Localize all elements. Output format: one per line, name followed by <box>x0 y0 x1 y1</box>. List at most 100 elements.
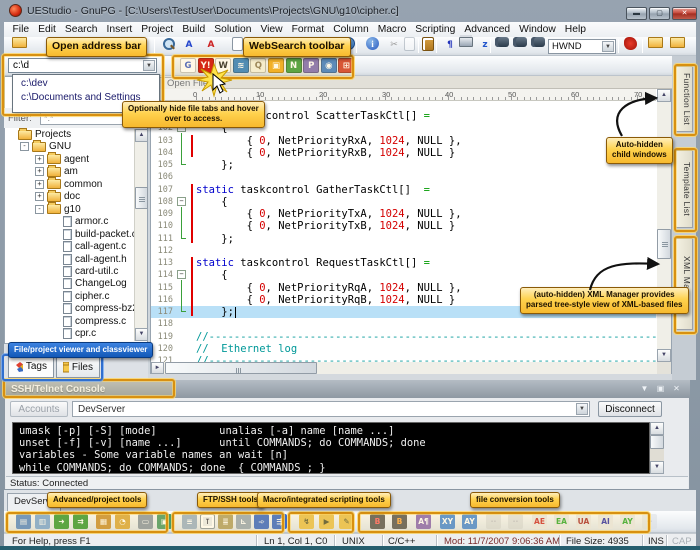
expander-icon[interactable]: + <box>35 192 44 201</box>
tool-icon[interactable]: ≣ <box>218 514 233 529</box>
tree-item[interactable]: +common <box>35 178 102 191</box>
tool-icon[interactable]: ·· <box>486 514 501 529</box>
fold-collapse-icon[interactable]: − <box>177 197 186 206</box>
folder-icon[interactable] <box>648 37 663 48</box>
menu-view[interactable]: View <box>256 24 287 35</box>
menu-column[interactable]: Column <box>329 24 373 35</box>
tool-icon[interactable]: ▭ <box>138 514 153 529</box>
scroll-down-icon[interactable]: ▼ <box>657 349 671 362</box>
address-dropdown-arrow[interactable]: ▼ <box>143 60 155 71</box>
binoc-icon[interactable] <box>495 37 509 47</box>
tool-icon[interactable]: A <box>181 37 197 52</box>
scroll-up-icon[interactable]: ▲ <box>657 89 671 102</box>
info-icon[interactable]: i <box>366 37 379 50</box>
tree-item[interactable]: cpr.c <box>50 327 96 340</box>
tool-icon[interactable]: ▥ <box>35 514 50 529</box>
tool-icon[interactable]: ⇶ <box>272 514 287 529</box>
tool-icon[interactable]: AE <box>532 514 547 529</box>
tool-icon[interactable]: ➜ <box>54 514 69 529</box>
mag-icon[interactable] <box>161 37 174 50</box>
tab-template-list[interactable]: Template List <box>675 150 693 228</box>
menu-window[interactable]: Window <box>515 24 561 35</box>
tool-icon[interactable]: ⊾ <box>236 514 251 529</box>
menu-build[interactable]: Build <box>178 24 210 35</box>
tool-icon[interactable]: ◔ <box>115 514 130 529</box>
scroll-down-icon[interactable]: ▼ <box>650 461 664 474</box>
accounts-button[interactable]: Accounts <box>10 401 68 417</box>
tool-icon[interactable]: UA <box>576 514 591 529</box>
code-area[interactable]: 101static taskcontrol ScatterTaskCtl[] =… <box>151 101 656 362</box>
tool-icon[interactable]: ¶ <box>442 37 458 52</box>
paste-icon[interactable] <box>422 37 434 51</box>
tree-item[interactable]: compress-bz2.c <box>50 302 135 315</box>
page-icon[interactable] <box>404 37 415 51</box>
tree-item[interactable]: -GNU <box>20 140 71 153</box>
tree-item[interactable]: armor.c <box>50 215 108 228</box>
red-icon[interactable] <box>624 37 637 50</box>
editor-vscrollbar[interactable]: ▲ ▼ <box>657 89 671 362</box>
tool-icon[interactable]: ≡ <box>182 514 197 529</box>
tree-item[interactable]: build-packet.c <box>50 228 135 241</box>
scroll-right-icon[interactable]: ► <box>151 362 164 374</box>
terminal-scroll-thumb[interactable] <box>650 435 664 449</box>
websearch-9-icon[interactable]: ◉ <box>321 58 337 73</box>
print-icon[interactable] <box>459 37 473 47</box>
tab-tags[interactable]: Tags <box>8 355 54 378</box>
editor-vscroll-thumb[interactable] <box>657 229 671 259</box>
close-button[interactable]: ✕ <box>672 7 697 20</box>
tree-item[interactable]: call-agent.h <box>50 253 127 266</box>
tool-icon[interactable]: ·· <box>508 514 523 529</box>
tree-item[interactable]: card-util.c <box>50 265 118 278</box>
menu-file[interactable]: File <box>8 24 34 35</box>
expander-icon[interactable]: + <box>35 167 44 176</box>
tool-icon[interactable]: AI <box>598 514 613 529</box>
websearch-7-icon[interactable]: N <box>286 58 302 73</box>
editor-hscroll-thumb[interactable] <box>165 362 317 374</box>
tree-item[interactable]: call-agent.c <box>50 240 126 253</box>
tab-files[interactable]: Files <box>56 357 100 378</box>
expander-icon[interactable]: - <box>35 205 44 214</box>
tree-item[interactable]: cipher.c <box>50 290 109 303</box>
page-icon[interactable] <box>232 37 243 51</box>
tool-icon[interactable]: ▶ <box>319 514 334 529</box>
websearch-6-icon[interactable]: ▣ <box>268 58 284 73</box>
menu-search[interactable]: Search <box>60 24 102 35</box>
tab-xml-manager[interactable]: XML Manager <box>675 238 693 330</box>
websearch-5-icon[interactable]: Q <box>250 58 266 73</box>
tree-item[interactable]: compress.c <box>50 315 126 328</box>
terminal-scrollbar[interactable]: ▲ ▼ <box>650 422 664 474</box>
tree-item[interactable]: +doc <box>35 190 80 203</box>
maximize-button[interactable]: ▢ <box>649 7 670 20</box>
menu-insert[interactable]: Insert <box>102 24 137 35</box>
tool-icon[interactable]: ⇉ <box>73 514 88 529</box>
tool-icon[interactable]: B <box>370 514 385 529</box>
scroll-up-icon[interactable]: ▲ <box>650 422 664 435</box>
tool-icon[interactable]: AY <box>462 514 477 529</box>
websearch-3-icon[interactable]: W <box>215 58 231 73</box>
scroll-down-icon[interactable]: ▼ <box>135 328 148 341</box>
tree-scrollbar[interactable]: ▲ ▼ <box>134 129 147 341</box>
tool-icon[interactable]: ✎ <box>339 514 354 529</box>
websearch-2-icon[interactable]: Y! <box>198 58 214 73</box>
minimize-button[interactable]: ▬ <box>626 7 647 20</box>
binoc-icon[interactable] <box>513 37 527 47</box>
scroll-up-icon[interactable]: ▲ <box>135 129 148 142</box>
tool-icon[interactable]: ▤ <box>16 514 31 529</box>
tool-icon[interactable]: ·· <box>642 514 657 529</box>
menu-help[interactable]: Help <box>560 24 590 35</box>
address-bar-input[interactable]: c:\d▼ <box>8 58 157 73</box>
binoc-icon[interactable] <box>531 37 545 47</box>
address-item[interactable]: c:\dev <box>13 75 159 89</box>
tool-icon[interactable]: ↯ <box>299 514 314 529</box>
websearch-4-icon[interactable]: ≋ <box>233 58 249 73</box>
fold-collapse-icon[interactable]: − <box>177 270 186 279</box>
menu-advanced[interactable]: Advanced <box>460 24 515 35</box>
expander-icon[interactable]: - <box>20 142 29 151</box>
tab-function-list[interactable]: Function List <box>675 66 693 132</box>
menu-solution[interactable]: Solution <box>210 24 256 35</box>
tool-icon[interactable]: AY <box>620 514 635 529</box>
menu-macro[interactable]: Macro <box>373 24 411 35</box>
tool-icon[interactable]: XY <box>440 514 455 529</box>
tree-item[interactable]: +agent <box>35 153 89 166</box>
folder-icon[interactable] <box>12 37 27 48</box>
